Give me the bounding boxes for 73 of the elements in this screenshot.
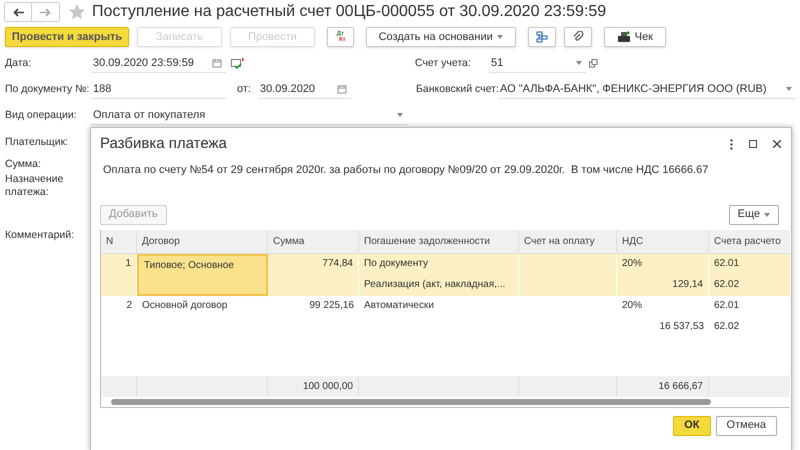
field-label: Назначение платежа:: [5, 173, 64, 200]
contract-cell[interactable]: Типовое; Основное: [137, 254, 268, 296]
column-header[interactable]: Погашение задолженности: [359, 230, 519, 252]
column-header[interactable]: НДС: [617, 230, 709, 252]
table-cell-text: 2: [126, 298, 132, 312]
field-label: Плательщик:: [5, 135, 68, 150]
operation-type-field[interactable]: Оплата от покупателя: [91, 106, 407, 125]
more-button[interactable]: Еще: [728, 204, 779, 224]
date-field[interactable]: 30.09.2020 23:59:59: [91, 54, 226, 73]
table-cell-text: 62.01: [714, 298, 740, 312]
ok-button[interactable]: ОК: [673, 416, 711, 436]
window-title: Поступление на расчетный счет 00ЦБ-000055 от 30.09.2020 23:59:59: [92, 2, 606, 22]
column-header[interactable]: Договор: [137, 230, 268, 252]
table-row[interactable]: 1 Типовое; Основное 774,84 По документу Реализация (акт, накладная,... 20% 129,14 62.01 62.02: [101, 254, 790, 296]
table-cell-text: 20%: [622, 256, 642, 270]
maximize-icon[interactable]: [749, 140, 757, 148]
calendar-icon[interactable]: [337, 84, 347, 94]
structure-button[interactable]: [528, 27, 556, 47]
table-cell-text: 774,84: [322, 256, 353, 270]
field-label: Банковский счет:: [416, 82, 498, 97]
table-cell-text: 62.02: [714, 320, 740, 334]
create-based-on-button[interactable]: Создать на основании: [366, 27, 516, 47]
field-label: Вид операции:: [5, 108, 78, 123]
post-and-close-button[interactable]: Провести и закрыть: [5, 27, 129, 47]
table-cell-text: Реализация (акт, накладная,...: [364, 278, 506, 292]
contract-cell[interactable]: Основной договор: [137, 296, 268, 338]
field-label: По документу №:: [5, 82, 90, 97]
column-header[interactable]: Счет на оплату: [519, 230, 617, 252]
star-icon[interactable]: [68, 3, 86, 21]
dropdown-icon[interactable]: [576, 61, 582, 65]
paperclip-icon: [572, 31, 584, 43]
caret-icon[interactable]: [496, 35, 503, 39]
forward-arrow-icon: [40, 8, 51, 16]
table-cell-text: 62.02: [714, 278, 740, 292]
table-cell-text: 1: [125, 256, 131, 270]
dropdown-icon[interactable]: [786, 87, 792, 91]
payment-description: Оплата по счету №54 от 29 сентября 2020г. за работы по договору №09/20 от 29.09.2020г. В том числе НДС 16666.67: [102, 163, 710, 178]
scrollbar-thumb[interactable]: [111, 398, 711, 404]
back-arrow-icon: [12, 8, 24, 16]
table-cell-text: 20%: [622, 298, 642, 312]
total-cell-text: 16 666,67: [658, 380, 703, 394]
dropdown-icon[interactable]: [397, 113, 403, 117]
cash-register-icon: [616, 31, 631, 43]
field-label: Сумма:: [5, 157, 41, 172]
table-cell-text: 16 537,53: [660, 320, 704, 334]
document-date-field[interactable]: 30.09.2020: [258, 80, 351, 99]
column-header[interactable]: Сумма: [268, 230, 359, 252]
open-icon[interactable]: [589, 59, 598, 68]
field-label: от:: [237, 82, 252, 98]
caret-icon[interactable]: [764, 212, 770, 216]
field-label: Дата:: [5, 56, 32, 71]
calendar-icon[interactable]: [212, 58, 222, 68]
structure-icon: [536, 31, 548, 43]
field-label: Счет учета:: [415, 56, 472, 71]
receipt-button[interactable]: Чек: [604, 27, 666, 47]
table-cell-text: 99 225,16: [310, 298, 354, 312]
account-field[interactable]: 51: [489, 54, 586, 73]
more-icon[interactable]: [730, 138, 733, 150]
column-header[interactable]: Счета расчето: [709, 230, 790, 252]
bank-account-field[interactable]: АО "АЛЬФА-БАНК", ФЕНИКС-ЭНЕРГИЯ ООО (RUB): [498, 80, 796, 99]
cancel-button[interactable]: Отмена: [716, 416, 777, 436]
document-number-field[interactable]: 188: [91, 80, 226, 99]
field-label: Комментарий:: [5, 228, 74, 243]
close-icon[interactable]: [773, 140, 781, 148]
attachment-button[interactable]: [564, 27, 592, 47]
table-cell-text: Автоматически: [364, 298, 435, 312]
document-check-icon[interactable]: [231, 58, 244, 70]
table-cell-text: 129,14: [672, 278, 703, 292]
column-header[interactable]: N: [101, 230, 137, 252]
total-cell-text: 100 000,00: [302, 380, 353, 394]
table-cell-text: По документу: [364, 256, 429, 270]
table-cell-text: 62.01: [714, 256, 740, 270]
dialog-title: Разбивка платежа: [100, 134, 227, 154]
